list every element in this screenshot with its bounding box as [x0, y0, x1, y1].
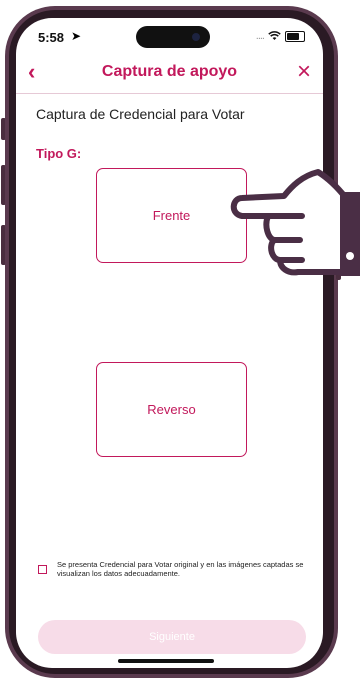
dynamic-island [136, 26, 210, 48]
battery-icon [285, 30, 305, 42]
tipo-label: Tipo G: [36, 146, 82, 161]
status-time: 5:58 [38, 30, 65, 45]
camera-icon [192, 33, 200, 41]
page-title: Captura de apoyo [101, 63, 238, 80]
location-arrow-icon: ➤ [71, 29, 82, 43]
consent-row: Se presenta Credencial para Votar origin… [38, 560, 313, 578]
home-indicator [118, 659, 214, 663]
navigation-bar: ‹ Captura de apoyo × [16, 58, 323, 90]
status-icons: .... [256, 30, 305, 42]
capture-front-button[interactable]: Frente [96, 168, 247, 263]
section-heading: Captura de Credencial para Votar [36, 106, 245, 122]
pointing-hand-icon [230, 169, 360, 276]
capture-front-label: Frente [152, 208, 191, 223]
consent-text: Se presenta Credencial para Votar origin… [57, 560, 304, 578]
consent-checkbox[interactable] [38, 565, 47, 574]
phone-screen: 5:58 ➤ .... ‹ Captura de apoyo × Captura… [16, 18, 323, 668]
capture-back-button[interactable]: Reverso [96, 362, 247, 457]
next-button-label: Siguiente [149, 631, 195, 643]
close-icon[interactable]: × [297, 58, 311, 86]
wifi-icon [268, 31, 281, 40]
signal-icon: .... [255, 30, 265, 42]
status-bar: 5:58 ➤ .... [16, 18, 323, 58]
capture-back-label: Reverso [147, 402, 196, 417]
next-button[interactable]: Siguiente [38, 620, 306, 654]
header-divider [16, 93, 323, 94]
